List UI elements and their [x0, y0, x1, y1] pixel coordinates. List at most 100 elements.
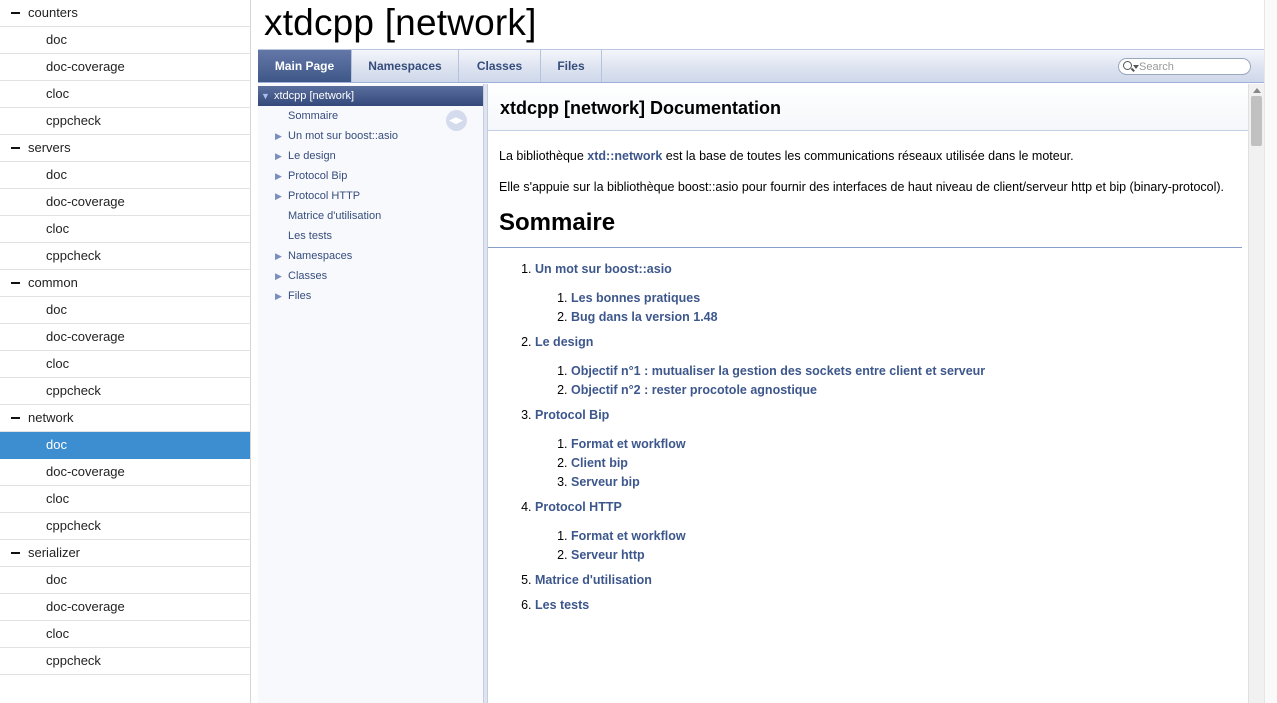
toc-subsection-link[interactable]: Bug dans la version 1.48 — [571, 310, 718, 324]
sidebar-item-servers-cppcheck[interactable]: cppcheck — [0, 243, 250, 270]
xtd-network-link[interactable]: xtd::network — [587, 149, 662, 163]
project-sidebar: counters doc doc-coverage cloc cppcheck serve… — [0, 0, 251, 703]
scrollbar-thumb[interactable] — [1251, 96, 1262, 146]
doc-title: xtdcpp [network] Documentation — [500, 98, 782, 118]
toc-sublist: Format et workflow Client bip Serveur bip — [571, 437, 1250, 490]
toc-section-link[interactable]: Le design — [535, 335, 593, 349]
sidebar-item-servers-doc-coverage[interactable]: doc-coverage — [0, 189, 250, 216]
triangle-down-icon[interactable]: ▼ — [261, 86, 270, 106]
sidebar-item-serializer-cppcheck[interactable]: cppcheck — [0, 648, 250, 675]
sidebar-item-serializer-doc-coverage[interactable]: doc-coverage — [0, 594, 250, 621]
triangle-right-icon[interactable]: ▶ — [275, 166, 282, 186]
toc-subsection-link[interactable]: Les bonnes pratiques — [571, 291, 700, 305]
toc-subsection-link[interactable]: Format et workflow — [571, 529, 686, 543]
navtree-item[interactable]: ▶ Protocol Bip — [258, 166, 483, 186]
toc-section-link[interactable]: Un mot sur boost::asio — [535, 262, 672, 276]
triangle-right-icon[interactable]: ▶ — [275, 146, 282, 166]
triangle-right-icon[interactable]: ▶ — [275, 266, 282, 286]
sidebar-item-servers-cloc[interactable]: cloc — [0, 216, 250, 243]
toc-section: Protocol Bip Format et workflow Client bip… — [535, 408, 1250, 490]
navtree-item[interactable]: ▶ Protocol HTTP — [258, 186, 483, 206]
scroll-up-icon[interactable] — [1253, 88, 1261, 93]
toc-subsection: Serveur bip — [571, 475, 1250, 490]
toc-section: Protocol HTTP Format et workflow Serveur h… — [535, 500, 1250, 563]
toc-section-link[interactable]: Protocol HTTP — [535, 500, 622, 514]
toc-subsection-link[interactable]: Serveur bip — [571, 475, 640, 489]
navtree-item[interactable]: Matrice d'utilisation — [258, 206, 483, 226]
sidebar-item-servers-doc[interactable]: doc — [0, 162, 250, 189]
toc-subsection: Format et workflow — [571, 529, 1250, 544]
sync-icon[interactable]: ◀ ▶ — [446, 110, 467, 131]
tab-files[interactable]: Files — [541, 50, 602, 82]
sidebar-group-counters[interactable]: counters — [0, 0, 250, 27]
sidebar-item-network-doc[interactable]: doc — [0, 432, 250, 459]
collapse-minus-icon[interactable] — [11, 147, 20, 149]
sidebar-group-servers[interactable]: servers — [0, 135, 250, 162]
doc-content: xtdcpp [network] Documentation La biblio… — [488, 84, 1250, 703]
navtree-item[interactable]: ▶ Classes — [258, 266, 483, 286]
sidebar-group-network[interactable]: network — [0, 405, 250, 432]
sidebar-group-label: counters — [28, 5, 78, 20]
triangle-right-icon[interactable]: ▶ — [275, 126, 282, 146]
sidebar-item-common-doc[interactable]: doc — [0, 297, 250, 324]
doc-scrollbar[interactable] — [1248, 84, 1264, 703]
window-scrollbar[interactable] — [1264, 0, 1277, 703]
sommaire-heading: Sommaire — [488, 209, 1242, 248]
toc-subsection-link[interactable]: Format et workflow — [571, 437, 686, 451]
toc-subsection-link[interactable]: Serveur http — [571, 548, 645, 562]
toc-section: Matrice d'utilisation — [535, 573, 1250, 588]
sidebar-item-network-cppcheck[interactable]: cppcheck — [0, 513, 250, 540]
intro-paragraph-2: Elle s'appuie sur la bibliothèque boost:… — [499, 180, 1225, 194]
sidebar-group-label: network — [28, 410, 74, 425]
collapse-minus-icon[interactable] — [11, 417, 20, 419]
toc-subsection-link[interactable]: Objectif n°1 : mutualiser la gestion des… — [571, 364, 985, 378]
toc-subsection: Bug dans la version 1.48 — [571, 310, 1250, 325]
navtree-item[interactable]: ▶ Namespaces — [258, 246, 483, 266]
toc-section-link[interactable]: Matrice d'utilisation — [535, 573, 652, 587]
navtree-item-label: Namespaces — [288, 250, 353, 262]
toc-section-link[interactable]: Les tests — [535, 598, 589, 612]
sidebar-group-serializer[interactable]: serializer — [0, 540, 250, 567]
sidebar-item-common-cloc[interactable]: cloc — [0, 351, 250, 378]
sidebar-item-common-cppcheck[interactable]: cppcheck — [0, 378, 250, 405]
toc-list: Un mot sur boost::asioLes bonnes pratiqu… — [535, 262, 1250, 613]
collapse-minus-icon[interactable] — [11, 12, 20, 14]
sidebar-item-counters-doc-coverage[interactable]: doc-coverage — [0, 54, 250, 81]
navtree-item[interactable]: ▶ Un mot sur boost::asio — [258, 126, 483, 146]
triangle-right-icon[interactable]: ▶ — [275, 286, 282, 306]
intro-paragraph-1: La bibliothèque xtd::network est la base… — [488, 149, 1250, 164]
toc-subsection: Objectif n°2 : rester procotole agnostiq… — [571, 383, 1250, 398]
search-input[interactable] — [1139, 60, 1247, 74]
toc-subsection-link[interactable]: Client bip — [571, 456, 628, 470]
sidebar-item-counters-cloc[interactable]: cloc — [0, 81, 250, 108]
search-icon[interactable] — [1123, 61, 1132, 70]
tab-main-page[interactable]: Main Page — [258, 50, 352, 82]
sidebar-item-serializer-cloc[interactable]: cloc — [0, 621, 250, 648]
tab-classes[interactable]: Classes — [459, 50, 541, 82]
sidebar-group-label: serializer — [28, 545, 81, 560]
navtree-item-label: Les tests — [288, 230, 333, 242]
triangle-right-icon[interactable]: ▶ — [275, 246, 282, 266]
navtree-item[interactable]: Les tests — [258, 226, 483, 246]
sidebar-item-counters-cppcheck[interactable]: cppcheck — [0, 108, 250, 135]
sidebar-item-counters-doc[interactable]: doc — [0, 27, 250, 54]
navtree-item[interactable]: ▶ Le design — [258, 146, 483, 166]
navtree-item-label: Sommaire — [288, 110, 339, 122]
sidebar-item-network-cloc[interactable]: cloc — [0, 486, 250, 513]
toc-subsection: Client bip — [571, 456, 1250, 471]
toc-section-link[interactable]: Protocol Bip — [535, 408, 609, 422]
triangle-right-icon[interactable]: ▶ — [275, 186, 282, 206]
collapse-minus-icon[interactable] — [11, 282, 20, 284]
toc-subsection-link[interactable]: Objectif n°2 : rester procotole agnostiq… — [571, 383, 817, 397]
toc-subsection: Serveur http — [571, 548, 1250, 563]
sidebar-item-network-doc-coverage[interactable]: doc-coverage — [0, 459, 250, 486]
sidebar-group-common[interactable]: common — [0, 270, 250, 297]
sidebar-item-serializer-doc[interactable]: doc — [0, 567, 250, 594]
collapse-minus-icon[interactable] — [11, 552, 20, 554]
tab-namespaces[interactable]: Namespaces — [352, 50, 459, 82]
navtree-item[interactable]: ▶ Files — [258, 286, 483, 306]
sidebar-item-common-doc-coverage[interactable]: doc-coverage — [0, 324, 250, 351]
navtree-root[interactable]: ▼ xtdcpp [network] — [258, 86, 483, 106]
search-box[interactable] — [1118, 58, 1251, 75]
toc-sublist: Format et workflow Serveur http — [571, 529, 1250, 563]
